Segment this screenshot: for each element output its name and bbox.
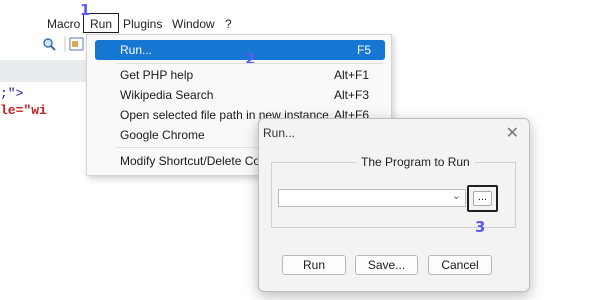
- menu-item-run[interactable]: Run... F5: [95, 40, 385, 60]
- menu-window[interactable]: Window: [172, 17, 215, 31]
- step-marker-1: 1: [80, 1, 91, 19]
- menu-macro[interactable]: Macro: [47, 17, 80, 31]
- run-button[interactable]: Run: [282, 255, 346, 275]
- menu-item-wikipedia[interactable]: Wikipedia Search Alt+F3: [87, 85, 391, 105]
- menu-item-label: Run...: [120, 43, 153, 57]
- document-icon[interactable]: [69, 37, 85, 51]
- menu-item-shortcut: Alt+F3: [333, 88, 369, 102]
- menu-separator: [117, 63, 383, 64]
- code-line-1: ;">: [0, 86, 24, 101]
- save-button[interactable]: Save...: [355, 255, 418, 275]
- menu-help[interactable]: ?: [225, 17, 232, 31]
- browse-button[interactable]: ...: [473, 191, 492, 206]
- zoom-icon[interactable]: [42, 37, 58, 51]
- menu-item-php-help[interactable]: Get PHP help Alt+F1: [87, 65, 391, 85]
- close-icon[interactable]: ✕: [506, 123, 519, 143]
- step-marker-3: 3: [475, 218, 486, 236]
- menu-item-label: Google Chrome: [120, 128, 205, 142]
- menu-item-label: Wikipedia Search: [120, 88, 214, 102]
- dialog-title: Run...: [263, 126, 296, 140]
- menu-item-shortcut: F5: [356, 43, 371, 57]
- menu-item-shortcut: Alt+F1: [333, 68, 369, 82]
- chevron-down-icon[interactable]: ⌄: [452, 189, 461, 202]
- menu-item-label: Get PHP help: [120, 68, 194, 82]
- menu-bar: Macro Run Plugins Window ? 1: [0, 0, 600, 33]
- cancel-button[interactable]: Cancel: [428, 255, 492, 275]
- program-path-combobox[interactable]: ⌄: [278, 189, 466, 207]
- menu-plugins[interactable]: Plugins: [123, 17, 162, 31]
- browse-button-highlight-box: ...: [467, 185, 498, 212]
- code-line-2: le="wi: [0, 103, 47, 118]
- editor-tab-strip: [0, 60, 88, 82]
- run-dialog: Run... ✕ The Program to Run ⌄ ... 3 Run …: [258, 118, 530, 292]
- group-label: The Program to Run: [356, 155, 475, 169]
